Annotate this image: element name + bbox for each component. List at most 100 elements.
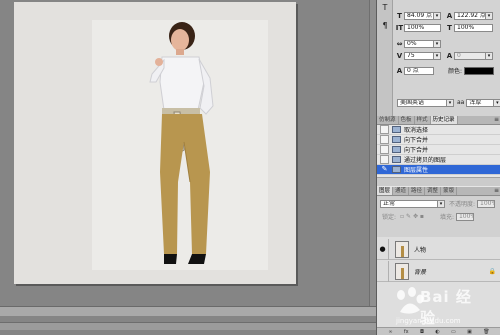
tab-adjustments[interactable]: 调整 [425, 187, 442, 195]
chevron-down-icon[interactable]: ▾ [447, 98, 454, 107]
history-step-icon [392, 136, 401, 143]
lock-icon: 🔒 [488, 267, 496, 275]
watermark: Bai 经验 jingyan.baidu.com [386, 286, 486, 332]
opacity-label: 不透明度: [449, 201, 476, 208]
layers-panel-tabs: 图层 通道 路径 调整 蒙版 ≡ [377, 187, 500, 196]
antialias-select[interactable]: 浑厚 [466, 98, 495, 107]
history-item[interactable]: 通过拷贝的图层 [377, 155, 500, 165]
kerning-row: V 75 ▾ A 0 ▾ [395, 51, 493, 60]
fill-field[interactable]: 100% [455, 212, 474, 221]
kerning-icon: V [396, 51, 403, 60]
tab-masks[interactable]: 蒙版 [441, 187, 458, 195]
tab-layers[interactable]: 图层 [377, 187, 394, 195]
right-panel-dock: T ¶ T 84.09 点 ▾ A 122.92 点 ▾ IT 100% T 1… [376, 0, 500, 335]
panel-tool-strip: T ¶ [377, 0, 393, 116]
color-label: 颜色: [448, 68, 463, 75]
font-size-icon: T [397, 11, 402, 20]
eye-icon[interactable]: ● [377, 238, 389, 260]
tab-styles[interactable]: 样式 [415, 116, 431, 124]
chevron-down-icon[interactable]: ▾ [434, 11, 441, 20]
tab-history[interactable]: 历史记录 [430, 116, 458, 124]
vertical-scale-icon: IT [395, 23, 404, 32]
history-item-label: 向下合并 [404, 147, 429, 154]
menu-icon[interactable]: ≡ [494, 116, 499, 124]
history-item[interactable]: 向下合并 [377, 135, 500, 145]
layer-name: 人物 [414, 246, 427, 254]
layer-row[interactable]: ● 人物 [377, 238, 500, 260]
history-item-label: 取消选择 [404, 127, 429, 134]
history-step-icon [392, 126, 401, 133]
lock-row: 锁定: ▫ ✎ ✥ ▪ 填充: 100% [380, 212, 474, 221]
tracking-icon: ⇔ [396, 39, 403, 48]
chevron-down-icon[interactable]: ▾ [486, 11, 493, 20]
history-source-checkbox[interactable] [380, 145, 389, 154]
kerning-extra-field[interactable]: 0 [454, 51, 486, 60]
horizontal-scale-icon: T [447, 23, 452, 32]
paragraph-icon[interactable]: ¶ [380, 21, 390, 31]
layer-thumbnail [395, 240, 409, 258]
leading-field[interactable]: 122.92 点 [454, 11, 486, 20]
watermark-url: jingyan.baidu.com [396, 317, 461, 325]
tab-paths[interactable]: 路径 [409, 187, 426, 195]
history-step-icon [392, 166, 401, 173]
layer-name: 背景 [414, 268, 427, 276]
chevron-down-icon[interactable]: ▾ [494, 98, 500, 107]
layer-row[interactable]: 背景 🔒 [377, 260, 500, 282]
chevron-down-icon[interactable]: ▾ [434, 51, 441, 60]
baseline-row: A 0 点 颜色: [395, 66, 495, 75]
tracking-field[interactable]: 0% [404, 39, 434, 48]
history-footer [377, 177, 500, 186]
history-brush-icon[interactable]: ✎ [380, 165, 389, 174]
lock-label: 锁定: [382, 214, 397, 221]
tab-clone-source[interactable]: 仿制源 [377, 116, 399, 124]
opacity-field[interactable]: 100% [477, 199, 496, 208]
language-row: 美国英语 ▾ aa 浑厚 ▾ [395, 98, 500, 107]
text-tool-icon[interactable]: T [380, 3, 390, 13]
history-source-checkbox[interactable] [380, 125, 389, 134]
layers-options: 正常 ▾ 不透明度: 100% 锁定: ▫ ✎ ✥ ▪ 填充: 100% [377, 197, 500, 237]
menu-icon[interactable]: ≡ [494, 187, 499, 195]
chevron-down-icon[interactable]: ▾ [434, 39, 441, 48]
vertical-scale-field[interactable]: 100% [404, 23, 441, 32]
photo-woman-figure [149, 22, 214, 264]
tracking-row: ⇔ 0% ▾ [395, 39, 441, 48]
visibility-toggle[interactable] [377, 260, 389, 282]
chevron-down-icon[interactable]: ▾ [486, 51, 493, 60]
tab-channels[interactable]: 通道 [393, 187, 410, 195]
aa-label: aa [457, 99, 465, 106]
history-item-selected[interactable]: ✎ 图层属性 [377, 165, 500, 175]
layer-thumbnail [395, 262, 409, 280]
blend-mode-select[interactable]: 正常 [380, 199, 438, 208]
history-item[interactable]: 取消选择 [377, 125, 500, 135]
vertical-scrollbar[interactable] [369, 0, 376, 306]
history-item-label: 向下合并 [404, 137, 429, 144]
horizontal-scrollbar[interactable] [0, 322, 376, 330]
font-size-field[interactable]: 84.09 点 [404, 11, 434, 20]
history-item[interactable]: 向下合并 [377, 145, 500, 155]
status-bar [0, 306, 376, 316]
fill-label: 填充: [439, 214, 454, 221]
history-item-label: 通过拷贝的图层 [404, 157, 447, 164]
lock-options-icon[interactable]: ▫ ✎ ✥ ▪ [400, 213, 424, 220]
language-select[interactable]: 美国英语 [397, 98, 447, 107]
history-source-checkbox[interactable] [380, 135, 389, 144]
baseline-field[interactable]: 0 点 [404, 66, 434, 75]
color-swatch[interactable] [464, 66, 495, 75]
tab-swatches[interactable]: 色板 [399, 116, 415, 124]
history-step-icon [392, 156, 401, 163]
leading-icon: A [446, 11, 453, 20]
kerning-extra-icon: A [446, 51, 453, 60]
document-canvas[interactable] [14, 2, 296, 284]
horizontal-scale-field[interactable]: 100% [454, 23, 493, 32]
baseline-icon: A [396, 66, 403, 75]
scale-row: IT 100% T 100% [395, 23, 493, 32]
history-step-icon [392, 146, 401, 153]
document-workspace [0, 0, 376, 335]
character-panel: T 84.09 点 ▾ A 122.92 点 ▾ IT 100% T 100% … [393, 0, 500, 116]
font-size-row: T 84.09 点 ▾ A 122.92 点 ▾ [395, 11, 493, 20]
chevron-down-icon[interactable]: ▾ [438, 199, 445, 208]
history-source-checkbox[interactable] [380, 155, 389, 164]
history-panel-tabs: 仿制源 色板 样式 历史记录 ≡ [377, 116, 500, 125]
kerning-field[interactable]: 75 [404, 51, 434, 60]
blend-row: 正常 ▾ 不透明度: 100% [380, 199, 496, 208]
